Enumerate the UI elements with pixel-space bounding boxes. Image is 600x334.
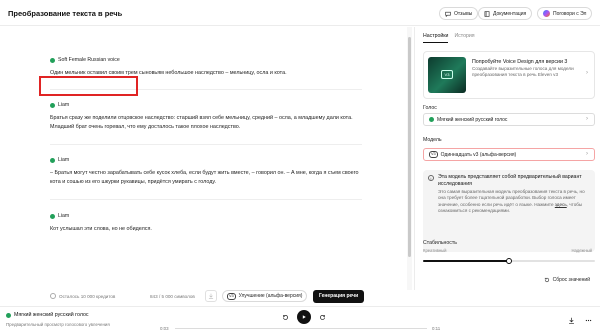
- documentation-button[interactable]: Документация: [478, 7, 533, 20]
- chat-bubble-icon: [445, 11, 451, 17]
- voice-dot-icon: [50, 57, 55, 63]
- credits-info: Осталось 10 000 кредитов: [50, 293, 115, 299]
- text-block[interactable]: Liam – Братья могут честно зарабатывать …: [50, 157, 362, 187]
- slider-handle[interactable]: [506, 258, 512, 264]
- voice-chip[interactable]: Liam: [50, 157, 69, 163]
- paragraph-text[interactable]: – Братья могут честно зарабатывать себе …: [50, 169, 362, 187]
- reset-values-button[interactable]: Сброс значений: [544, 277, 590, 283]
- reset-label: Сброс значений: [552, 277, 590, 283]
- promo-v3-badge: V3: [441, 70, 453, 79]
- info-icon: i: [428, 175, 434, 181]
- more-options-icon[interactable]: [585, 317, 592, 324]
- v3-badge: V3: [429, 151, 438, 158]
- tab-history[interactable]: История: [454, 33, 474, 43]
- rewind-icon[interactable]: [282, 314, 289, 321]
- page-title: Преобразование текста в речь: [8, 9, 123, 18]
- voice-dot-icon: [50, 213, 55, 219]
- stability-min-label: Креативный: [423, 248, 447, 253]
- total-time: 0:11: [432, 326, 441, 331]
- paragraph-text[interactable]: Кот услышал эти слова, но не обиделся.: [50, 225, 362, 234]
- divider: [50, 199, 362, 200]
- player-voice: Мягкий женский русский голос: [6, 312, 89, 318]
- credits-label: Осталось 10 000 кредитов: [59, 293, 116, 299]
- scroll-thumb[interactable]: [408, 37, 411, 257]
- player-actions: [568, 317, 592, 324]
- text-block[interactable]: Liam Кот услышал эти слова, но не обидел…: [50, 213, 362, 234]
- chevron-right-icon: ›: [586, 116, 588, 122]
- voice-chip-label: Liam: [58, 213, 70, 219]
- divider: [50, 144, 362, 145]
- promo-thumbnail: V3: [428, 57, 466, 93]
- voice-design-promo[interactable]: V3 Попробуйте Voice Design для версии 3 …: [423, 51, 595, 99]
- chevron-right-icon: ›: [586, 151, 588, 157]
- voice-section-label: Голос: [423, 105, 437, 111]
- panel-tabs: Настройки История: [423, 33, 481, 43]
- stability-slider[interactable]: [423, 258, 595, 264]
- notice-text: Это самая выразительная модель преобразо…: [438, 189, 590, 215]
- voice-chip-label: Liam: [58, 102, 70, 108]
- credits-ring-icon: [50, 293, 56, 299]
- highlight-box: [39, 76, 138, 96]
- player-subtitle: Предварительный просмотр голосового увле…: [6, 322, 110, 327]
- model-enhance-pill[interactable]: V3 Улучшение (альфа-версия): [222, 290, 308, 302]
- voice-chip-label: Liam: [58, 157, 70, 163]
- talk-label: Поговори с Эл: [553, 10, 587, 17]
- feedback-button[interactable]: Отзывы: [439, 7, 479, 20]
- voice-dot-icon: [50, 102, 55, 108]
- voice-dot-icon: [429, 117, 434, 122]
- voice-chip-label: Soft Female Russian voice: [58, 57, 120, 63]
- promo-title: Попробуйте Voice Design для версии 3: [472, 59, 568, 65]
- download-icon: [208, 293, 214, 299]
- audio-player: Мягкий женский русский голос Предварител…: [0, 306, 600, 334]
- play-icon: [302, 315, 306, 319]
- model-enhance-label: Улучшение (альфа-версия): [238, 293, 303, 299]
- documentation-label: Документация: [493, 10, 527, 17]
- book-icon: [484, 10, 490, 17]
- tab-settings[interactable]: Настройки: [423, 33, 449, 43]
- settings-panel: Настройки История V3 Попробуйте Voice De…: [414, 27, 600, 290]
- model-section-label: Модель: [423, 137, 442, 143]
- player-voice-name: Мягкий женский русский голос: [14, 312, 89, 318]
- promo-text: Создавайте выразительные голоса для моде…: [472, 66, 574, 78]
- voice-chip[interactable]: Liam: [50, 213, 69, 219]
- reset-icon: [544, 277, 549, 283]
- text-block[interactable]: Soft Female Russian voice Один мельник о…: [50, 57, 362, 78]
- paragraph-text[interactable]: Братья сразу же поделили отцовское насле…: [50, 114, 362, 132]
- notice-link[interactable]: здесь: [555, 202, 567, 207]
- orb-avatar-icon: [543, 10, 550, 17]
- player-controls: [282, 310, 326, 324]
- text-block[interactable]: Liam Братья сразу же поделили отцовское …: [50, 102, 362, 132]
- stability-max-label: Надежный: [571, 248, 592, 253]
- editor-scrollbar[interactable]: [407, 27, 412, 290]
- model-select[interactable]: V3 Одиннадцать v3 (альфа-версия) ›: [423, 148, 595, 161]
- model-select-value: Одиннадцать v3 (альфа-версия): [440, 151, 517, 158]
- text-editor[interactable]: Soft Female Russian voice Один мельник о…: [0, 27, 405, 303]
- top-header: Преобразование текста в речь Отзывы Доку…: [0, 0, 600, 26]
- char-count: 843 / 5 000 символов: [150, 293, 195, 299]
- voice-dot-icon: [50, 157, 55, 163]
- voice-chip[interactable]: Soft Female Russian voice: [50, 57, 120, 63]
- voice-select[interactable]: Мягкий женский русский голос ›: [423, 113, 595, 126]
- playback-track[interactable]: [175, 328, 427, 329]
- talk-to-el-button[interactable]: Поговори с Эл: [537, 7, 593, 20]
- chevron-right-icon: ›: [586, 70, 588, 76]
- v3-badge: V3: [227, 292, 236, 300]
- slider-fill: [423, 260, 509, 262]
- current-time: 0:03: [160, 326, 169, 331]
- voice-chip[interactable]: Liam: [50, 102, 69, 108]
- voice-select-value: Мягкий женский русский голос: [437, 116, 508, 123]
- editor-footer: Осталось 10 000 кредитов 843 / 5 000 сим…: [50, 289, 366, 303]
- download-button[interactable]: [205, 290, 217, 302]
- stability-label: Стабильность: [423, 240, 457, 246]
- feedback-label: Отзывы: [454, 10, 473, 17]
- voice-dot-icon: [6, 312, 11, 318]
- download-icon[interactable]: [568, 317, 575, 324]
- generate-speech-button[interactable]: Генерация речи: [313, 289, 365, 303]
- notice-title: Эта модель представляет собой предварите…: [438, 174, 582, 187]
- play-button[interactable]: [297, 310, 311, 324]
- forward-icon[interactable]: [319, 314, 326, 321]
